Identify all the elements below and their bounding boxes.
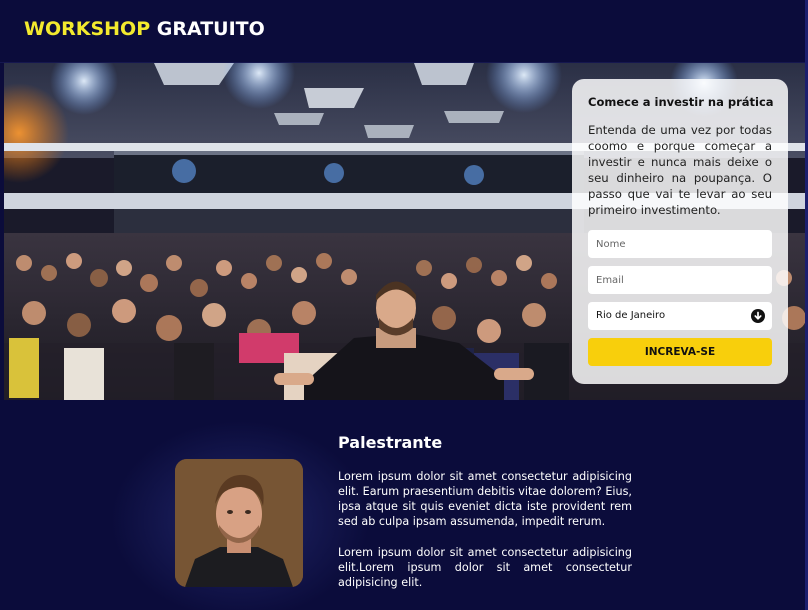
speaker-bio-paragraph-1: Lorem ipsum dolor sit amet consectetur a… — [338, 470, 632, 528]
city-select[interactable]: Rio de Janeiro — [588, 302, 772, 330]
form-description: Entenda de uma vez por todas coomo e por… — [588, 123, 772, 217]
name-input[interactable] — [588, 230, 772, 258]
speaker-avatar — [175, 459, 303, 587]
speaker-section-title: Palestrante — [338, 433, 443, 452]
brand-word-workshop: WORKSHOP — [24, 18, 151, 40]
landing-page: WORKSHOP GRATUITO Comece a investir na p… — [0, 0, 808, 610]
city-select-value: Rio de Janeiro — [596, 310, 666, 321]
brand-title: WORKSHOP GRATUITO — [24, 18, 265, 40]
speaker-bio-paragraph-2: Lorem ipsum dolor sit amet consectetur a… — [338, 546, 632, 589]
signup-form-card: Comece a investir na prática Entenda de … — [572, 79, 788, 384]
email-input[interactable] — [588, 266, 772, 294]
subscribe-button[interactable]: INCREVA-SE — [588, 338, 772, 366]
form-title: Comece a investir na prática — [588, 95, 774, 109]
header-bar: WORKSHOP GRATUITO — [0, 0, 808, 63]
chevron-down-icon — [751, 309, 765, 323]
brand-word-gratuito: GRATUITO — [156, 18, 265, 40]
